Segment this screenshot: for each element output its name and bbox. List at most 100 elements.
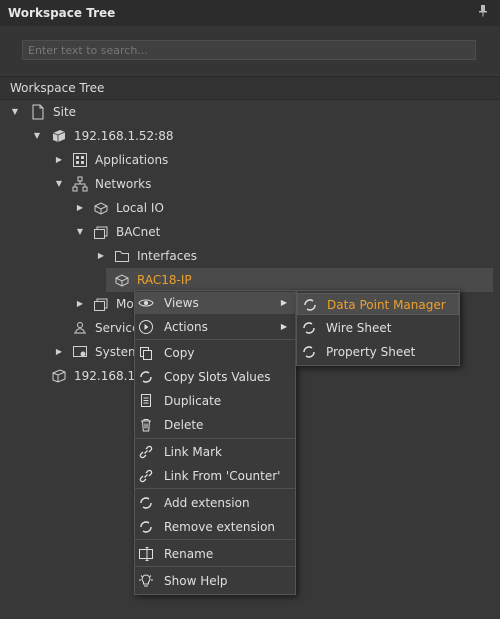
tree-node-site[interactable]: ▼ Site	[0, 100, 500, 124]
tree-header-label: Workspace Tree	[10, 81, 105, 95]
context-menu: Views ▶ Actions ▶ Copy Copy Slots Values…	[134, 290, 296, 595]
menu-item-label: Link Mark	[164, 445, 222, 459]
submenu-item-property-sheet[interactable]: Property Sheet	[297, 341, 459, 363]
tree-node-label: BACnet	[116, 225, 161, 239]
network-icon	[72, 176, 88, 192]
tree-node-label: RAC18-IP	[137, 273, 192, 287]
bulb-icon	[138, 573, 154, 589]
copy-icon	[138, 345, 154, 361]
menu-item-label: Link From 'Counter'	[164, 469, 281, 483]
search-area	[0, 26, 500, 74]
spinner-icon	[138, 369, 154, 385]
chevron-right-icon: ▶	[280, 298, 287, 307]
menu-separator	[135, 488, 295, 489]
caret-down-icon[interactable]: ▼	[54, 172, 64, 196]
menu-item-rename[interactable]: Rename	[135, 543, 295, 565]
trash-icon	[138, 417, 154, 433]
play-icon	[138, 319, 154, 335]
folder-device-icon	[93, 296, 109, 312]
menu-item-label: Remove extension	[164, 520, 276, 534]
tree-node-local-io[interactable]: ▶ Local IO	[0, 196, 500, 220]
menu-item-label: Duplicate	[164, 394, 222, 408]
menu-item-actions[interactable]: Actions ▶	[135, 316, 295, 338]
tree-header: Workspace Tree	[0, 76, 500, 100]
caret-right-icon[interactable]: ▶	[75, 292, 85, 316]
link-icon	[138, 444, 154, 460]
chevron-right-icon: ▶	[280, 322, 287, 331]
menu-item-link-from-counter[interactable]: Link From 'Counter'	[135, 465, 295, 487]
spinner-icon	[301, 320, 317, 336]
station-icon	[51, 368, 67, 384]
menu-item-label: Rename	[164, 547, 214, 561]
caret-right-icon[interactable]: ▶	[96, 244, 106, 268]
menu-item-label: Delete	[164, 418, 204, 432]
caret-down-icon[interactable]: ▼	[10, 100, 20, 124]
menu-item-label: Copy	[164, 346, 195, 360]
folder-icon	[114, 248, 130, 264]
tree-node-label: Networks	[95, 177, 152, 191]
pin-icon[interactable]	[478, 5, 490, 19]
menu-item-copy[interactable]: Copy	[135, 342, 295, 364]
station-icon	[51, 128, 67, 144]
search-input[interactable]	[22, 40, 476, 60]
tree-node-label: Service	[95, 321, 140, 335]
tree-node-rac18-ip[interactable]: RAC18-IP	[0, 268, 500, 292]
submenu-item-data-point-manager[interactable]: Data Point Manager	[297, 293, 459, 315]
menu-item-remove-extension[interactable]: Remove extension	[135, 516, 295, 538]
menu-separator	[135, 438, 295, 439]
system-icon	[72, 344, 88, 360]
menu-item-label: Copy Slots Values	[164, 370, 271, 384]
submenu-item-label: Data Point Manager	[327, 298, 446, 312]
tree-node-label: Interfaces	[137, 249, 197, 263]
menu-item-link-mark[interactable]: Link Mark	[135, 441, 295, 463]
tree-node-applications[interactable]: ▶ Applications	[0, 148, 500, 172]
menu-separator	[135, 566, 295, 567]
spinner-icon	[138, 519, 154, 535]
link-icon	[138, 468, 154, 484]
menu-separator	[135, 339, 295, 340]
submenu-item-label: Property Sheet	[326, 345, 416, 359]
panel-title: Workspace Tree	[8, 6, 116, 20]
menu-item-label: Show Help	[164, 574, 228, 588]
device-icon	[114, 272, 130, 288]
menu-item-add-extension[interactable]: Add extension	[135, 492, 295, 514]
spinner-icon	[301, 344, 317, 360]
tree-node-label: Applications	[95, 153, 169, 167]
grid-icon	[72, 152, 88, 168]
caret-right-icon[interactable]: ▶	[54, 148, 64, 172]
menu-item-label: Views	[164, 296, 199, 310]
menu-item-views[interactable]: Views ▶	[135, 292, 295, 314]
tree-node-label: 192.168.1.52:88	[74, 129, 174, 143]
views-submenu: Data Point Manager Wire Sheet Property S…	[296, 290, 460, 366]
spinner-icon	[302, 297, 318, 313]
panel-header: Workspace Tree	[0, 0, 500, 27]
tree-node-station[interactable]: ▼ 192.168.1.52:88	[0, 124, 500, 148]
caret-right-icon[interactable]: ▶	[75, 196, 85, 220]
eye-icon	[138, 295, 154, 311]
menu-item-show-help[interactable]: Show Help	[135, 570, 295, 592]
tree-node-bacnet[interactable]: ▼ BACnet	[0, 220, 500, 244]
rename-icon	[138, 546, 154, 562]
tree-node-interfaces[interactable]: ▶ Interfaces	[0, 244, 500, 268]
submenu-item-label: Wire Sheet	[326, 321, 392, 335]
caret-down-icon[interactable]: ▼	[32, 124, 42, 148]
menu-item-delete[interactable]: Delete	[135, 414, 295, 436]
page-icon	[30, 104, 46, 120]
caret-right-icon[interactable]: ▶	[54, 340, 64, 364]
service-icon	[72, 320, 88, 336]
folder-device-icon	[93, 224, 109, 240]
tree-node-label: Site	[53, 105, 77, 119]
tree-node-label: Local IO	[116, 201, 164, 215]
menu-item-duplicate[interactable]: Duplicate	[135, 390, 295, 412]
submenu-item-wire-sheet[interactable]: Wire Sheet	[297, 317, 459, 339]
device-icon	[93, 200, 109, 216]
menu-item-label: Add extension	[164, 496, 250, 510]
spinner-icon	[138, 495, 154, 511]
tree-node-label: Mo	[116, 297, 134, 311]
menu-item-copy-slots-values[interactable]: Copy Slots Values	[135, 366, 295, 388]
menu-item-label: Actions	[164, 320, 208, 334]
duplicate-icon	[138, 393, 154, 409]
tree-node-networks[interactable]: ▼ Networks	[0, 172, 500, 196]
caret-down-icon[interactable]: ▼	[75, 220, 85, 244]
menu-separator	[135, 539, 295, 540]
